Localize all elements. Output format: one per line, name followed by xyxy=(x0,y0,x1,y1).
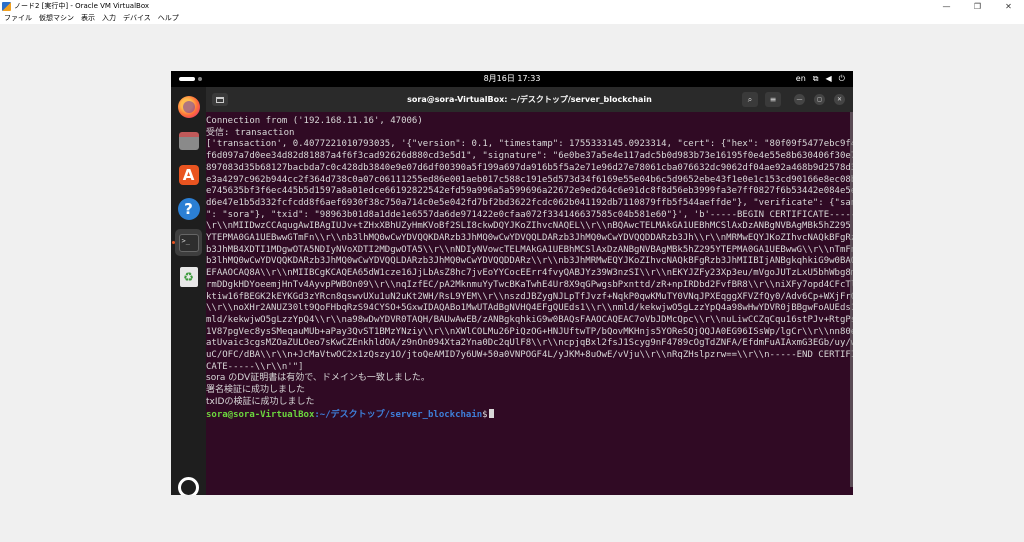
terminal-line: e745635bf3f6ec445b5d1597a8a01edce6619282… xyxy=(206,186,853,197)
terminal-line: b3JhMB4XDTI1MDgwOTA5NDIyNVoXDTI2MDgwOTA5… xyxy=(206,244,853,255)
firefox-icon xyxy=(177,95,200,118)
term-minimize-button[interactable]: — xyxy=(794,94,805,105)
vbox-titlebar: ノード2 [実行中] - Oracle VM VirtualBox — ❐ ✕ xyxy=(0,0,1024,12)
dock-trash[interactable]: ♻ xyxy=(175,263,202,290)
terminal-line: e3a4297c962b944cc2f364d738c0a07c06111255… xyxy=(206,174,853,185)
network-icon: ⧉ xyxy=(812,74,819,83)
clock[interactable]: 8月16日 17:33 xyxy=(171,71,853,87)
terminal-line: 受信: transaction xyxy=(206,127,295,138)
help-icon: ? xyxy=(177,197,200,220)
restore-button[interactable]: ❐ xyxy=(962,0,993,12)
terminal-line: sora のDV証明書は有効で、ドメインも一致しました。 xyxy=(206,373,430,384)
terminal-line: 1V87pgVec8ysSMeqauMUb+aPay3QvST1BMzYNziy… xyxy=(206,326,853,337)
dock-firefox[interactable] xyxy=(175,93,202,120)
vbox-window-controls: — ❐ ✕ xyxy=(931,0,1024,12)
files-icon xyxy=(178,131,199,150)
shell-prompt[interactable]: sora@sora-VirtualBox:~/デスクトップ/server_blo… xyxy=(206,408,853,422)
power-icon: ⏻ xyxy=(838,74,845,83)
menu-button[interactable]: ≡ xyxy=(765,92,781,107)
terminal-line: ['transaction', 0.4077221010793035, '{"v… xyxy=(206,139,853,150)
term-maximize-button[interactable]: ◻ xyxy=(814,94,825,105)
terminal-line: rmDDgkHDYoeemjHnTv4AyvpPWBOn09\\r\\nqIzf… xyxy=(206,279,853,290)
input-language[interactable]: en xyxy=(796,71,806,87)
prompt-path: :~/デスクトップ/server_blockchain xyxy=(314,409,483,420)
show-apps-icon[interactable] xyxy=(178,477,199,495)
terminal-icon: >_ xyxy=(178,233,199,252)
guest-screen: 8月16日 17:33 en ⧉ ◀ ⏻ A ? >_ ♻ sora@sora-… xyxy=(171,71,853,495)
prompt-user: sora@sora-VirtualBox xyxy=(206,409,315,420)
dock: A ? >_ ♻ xyxy=(171,87,206,495)
menu-help[interactable]: ヘルプ xyxy=(158,12,179,24)
terminal-line: uC/OFC/dBA\\r\\n+JcMaVtwOC2x1zQszy1O/jto… xyxy=(206,350,853,361)
terminal-line: ktiw16fBEGK2kEYKGd3zYRcn8qswvUXu1uN2uKt2… xyxy=(206,291,853,302)
terminal-line: d6e47e1b5d332fcfcdd8f6aef6930f38c750a714… xyxy=(206,197,853,208)
trash-icon: ♻ xyxy=(179,266,198,287)
terminal-line: txIDの検証に成功しました xyxy=(206,396,315,407)
vbox-menubar: ファイル 仮想マシン 表示 入力 デバイス ヘルプ xyxy=(0,12,1024,24)
app-center-icon: A xyxy=(178,164,199,185)
minimize-icon: — xyxy=(796,95,803,103)
hamburger-icon: ≡ xyxy=(769,95,777,104)
running-indicator xyxy=(172,241,175,244)
terminal-line: atUvaic3cgsMZOaZULOeo7sKwCZEnkhldOA/z9nO… xyxy=(206,338,853,349)
close-icon: ✕ xyxy=(836,95,843,103)
terminal-output[interactable]: Connection from ('192.168.11.16', 47006)… xyxy=(206,112,853,487)
menu-file[interactable]: ファイル xyxy=(4,12,32,24)
dock-help[interactable]: ? xyxy=(175,195,202,222)
dock-files[interactable] xyxy=(175,127,202,154)
terminal-line: EFAAOCAQ8A\\r\\nMIIBCgKCAQEA65dW1cze16Jj… xyxy=(206,268,853,279)
term-close-button[interactable]: ✕ xyxy=(834,94,845,105)
terminal-line: CATE-----\\r\\n'"] xyxy=(206,361,304,372)
menu-devices[interactable]: デバイス xyxy=(123,12,151,24)
text-cursor xyxy=(488,408,494,418)
search-button[interactable]: ⌕ xyxy=(742,92,758,107)
system-tray[interactable]: en ⧉ ◀ ⏻ xyxy=(796,71,845,87)
menu-input[interactable]: 入力 xyxy=(102,12,116,24)
terminal-line: \r\\nMIIDwzCCAqugAwIBAgIUJv+tZHxXBhUZyHm… xyxy=(206,221,851,232)
vbox-window-title: ノード2 [実行中] - Oracle VM VirtualBox xyxy=(14,2,150,10)
terminal-line: mld/kekwjwO5gLzzYpQ4\\r\\na98wDwYDVR0TAQ… xyxy=(206,314,853,325)
terminal-window: sora@sora-VirtualBox: ~/デスクトップ/server_bl… xyxy=(206,87,853,495)
terminal-line: ": "sora"}, "txid": "98963b01d8a1dde1e65… xyxy=(206,209,853,220)
terminal-line: Connection from ('192.168.11.16', 47006) xyxy=(206,116,423,126)
search-icon: ⌕ xyxy=(747,94,753,104)
menu-view[interactable]: 表示 xyxy=(81,12,95,24)
close-button[interactable]: ✕ xyxy=(993,0,1024,12)
dock-terminal[interactable]: >_ xyxy=(175,229,202,256)
terminal-line: \\r\\noXHr2ANUZ30lt9QoFHbqRzS94CYSO+5Gxw… xyxy=(206,303,853,314)
terminal-line: 897083d35b68127bacbda7c0c428db3840e9e07d… xyxy=(206,162,853,173)
terminal-line: f6d097a7d0ee34d82d81887a4f6f3cad92626d88… xyxy=(206,151,853,162)
terminal-line: 署名検証に成功しました xyxy=(206,385,306,396)
gnome-top-bar: 8月16日 17:33 en ⧉ ◀ ⏻ xyxy=(171,71,853,87)
terminal-line: YTEPMA0GA1UEBwwGTmFn\\r\\nb3lhMQ0wCwYDVQ… xyxy=(206,233,853,244)
maximize-icon: ◻ xyxy=(817,95,822,103)
menu-machine[interactable]: 仮想マシン xyxy=(39,12,74,24)
terminal-scrollbar[interactable] xyxy=(850,112,853,487)
terminal-headerbar: sora@sora-VirtualBox: ~/デスクトップ/server_bl… xyxy=(206,87,853,112)
prompt-symbol: $ xyxy=(482,409,488,420)
minimize-button[interactable]: — xyxy=(931,0,962,12)
volume-icon: ◀ xyxy=(825,74,832,83)
virtualbox-icon xyxy=(2,1,11,11)
dock-app-center[interactable]: A xyxy=(175,161,202,188)
terminal-line: b3lhMQ0wCwYDVQQKDARzb3JhMQ0wCwYDVQQLDARz… xyxy=(206,256,853,267)
